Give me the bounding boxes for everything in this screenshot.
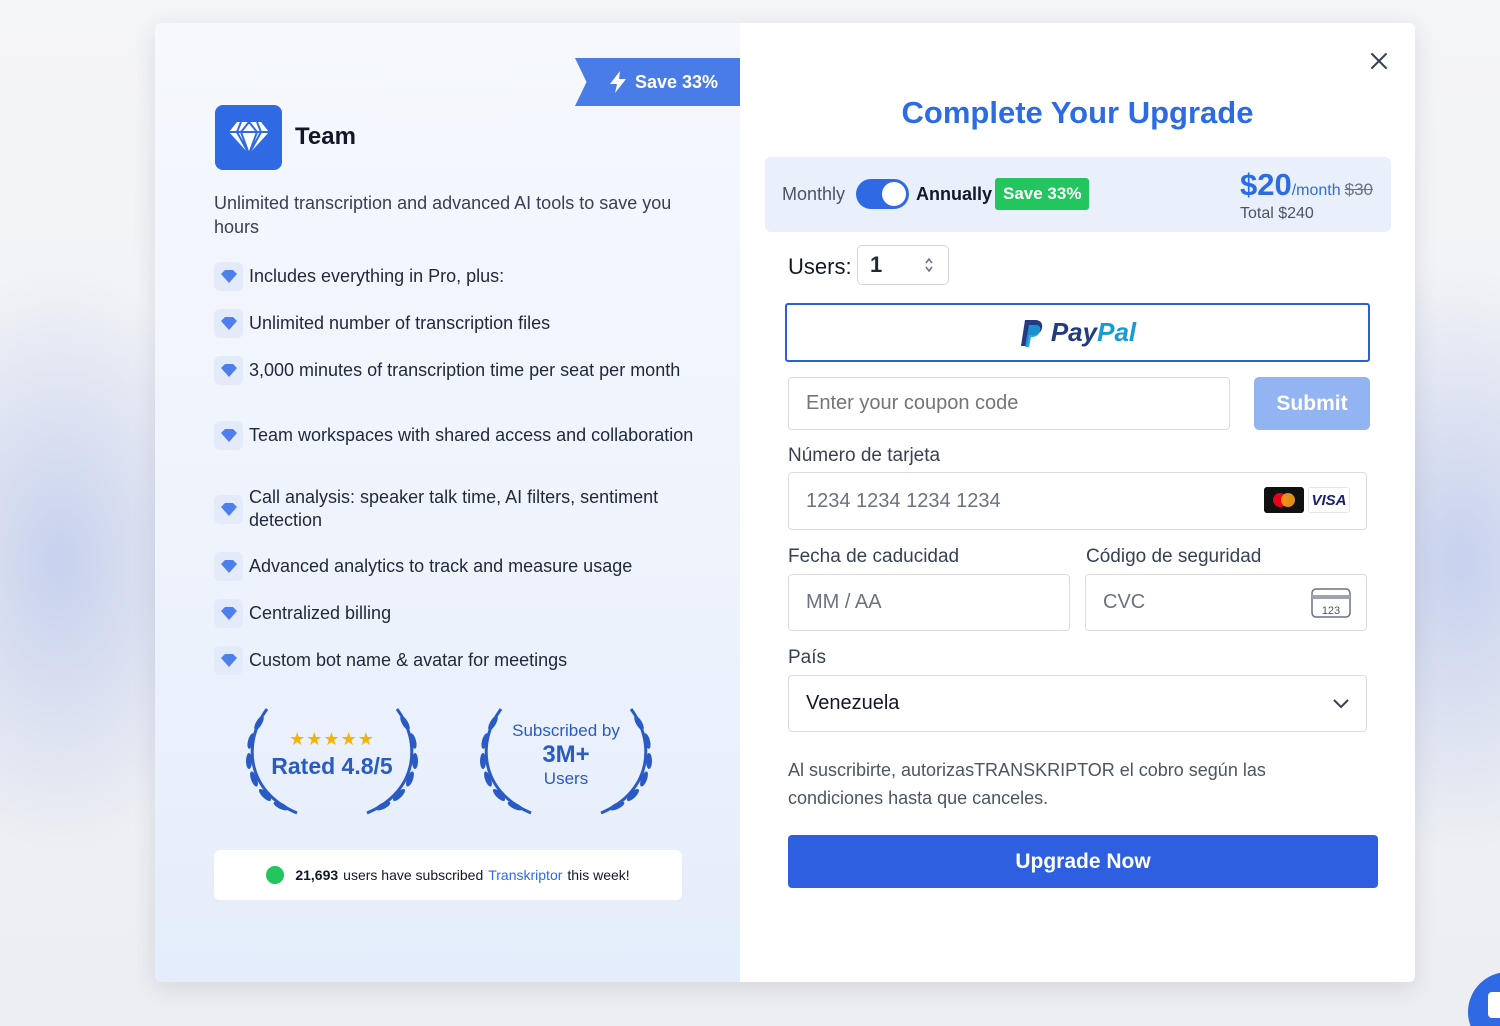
feature-item: Custom bot name & avatar for meetings — [214, 646, 694, 675]
card-number-input[interactable]: 1234 1234 1234 1234 VISA — [788, 472, 1367, 530]
country-value: Venezuela — [806, 692, 900, 714]
social-proof: 21,693 users have subscribed Transkripto… — [214, 850, 682, 900]
paypal-word-pay: Pay — [1050, 317, 1098, 347]
feature-text: 3,000 minutes of transcription time per … — [249, 360, 681, 380]
plan-description: Unlimited transcription and advanced AI … — [214, 193, 672, 237]
diamond-icon — [214, 262, 243, 291]
diamond-icon — [214, 309, 243, 338]
feature-item: Call analysis: speaker talk time, AI fil… — [214, 486, 694, 532]
diamond-icon — [214, 646, 243, 675]
users-label: Users: — [788, 254, 852, 279]
live-dot-icon — [266, 866, 285, 884]
social-proof-text: users have subscribed — [343, 867, 484, 883]
toggle-knob — [882, 182, 906, 206]
save-ribbon: Save 33% — [575, 58, 740, 106]
subscribers-top: Subscribed by — [512, 721, 620, 740]
feature-text: Call analysis: speaker talk time, AI fil… — [249, 487, 659, 530]
feature-item: Team workspaces with shared access and c… — [214, 421, 694, 450]
feature-text: Custom bot name & avatar for meetings — [249, 650, 568, 670]
cvc-input[interactable]: CVC 123 — [1085, 574, 1367, 631]
upgrade-modal: Save 33% Team Unlimited transcription an… — [155, 23, 1415, 982]
subscriber-count: 21,693 — [295, 867, 339, 883]
price-period: /month — [1291, 182, 1341, 199]
feature-item: Unlimited number of transcription files — [214, 309, 694, 338]
users-value: 1 — [870, 252, 883, 277]
old-price: $30 — [1344, 180, 1373, 199]
expiry-placeholder: MM / AA — [806, 591, 882, 613]
diamond-icon — [214, 421, 243, 450]
price-block: $20/month $30 Total $240 — [1240, 167, 1373, 223]
chat-icon — [1488, 992, 1500, 1018]
card-back-icon: 123 — [1311, 588, 1351, 618]
subscribers-bottom: Users — [543, 769, 589, 788]
upgrade-now-button[interactable]: Upgrade Now — [788, 835, 1378, 888]
price-total: Total $240 — [1239, 205, 1314, 222]
cvc-placeholder: CVC — [1103, 591, 1146, 613]
plan-panel: Save 33% Team Unlimited transcription an… — [155, 23, 740, 982]
chevron-down-icon — [1333, 699, 1349, 709]
rating-stars: ★★★★★ — [289, 729, 375, 749]
diamond-icon — [214, 552, 243, 581]
save-badge: Save 33% — [995, 178, 1090, 210]
visa-icon: VISA — [1308, 487, 1350, 513]
plan-name: Team — [295, 123, 356, 150]
feature-item: Includes everything in Pro, plus: — [214, 262, 694, 291]
diamond-icon — [214, 494, 243, 524]
rating-badge: ★★★★★ Rated 4.8/5 — [237, 701, 427, 819]
brand-link[interactable]: Transkriptor — [488, 867, 562, 883]
card-number-placeholder: 1234 1234 1234 1234 — [806, 489, 1001, 512]
expiry-input[interactable]: MM / AA — [788, 574, 1070, 631]
feature-text: Team workspaces with shared access and c… — [249, 425, 694, 445]
checkout-title: Complete Your Upgrade — [901, 95, 1254, 130]
country-label: País — [788, 647, 827, 668]
save-ribbon-label: Save 33% — [634, 71, 719, 92]
billing-cycle-panel: Monthly Annually Save 33% $20/month $30 T… — [765, 157, 1391, 232]
social-proof-suffix: this week! — [567, 867, 630, 883]
annually-label[interactable]: Annually — [916, 184, 992, 205]
cvc-label: Código de seguridad — [1086, 546, 1262, 567]
feature-text: Centralized billing — [249, 603, 392, 623]
feature-text: Unlimited number of transcription files — [249, 313, 551, 333]
paypal-word-pal: Pal — [1097, 317, 1137, 347]
close-icon[interactable] — [1367, 49, 1391, 73]
paypal-wordmark: PayPal — [1051, 317, 1136, 348]
feature-item: Centralized billing — [214, 599, 694, 628]
cvc-icon-text: 123 — [1322, 605, 1340, 617]
coupon-submit-button[interactable]: Submit — [1254, 377, 1370, 430]
rating-label: Rated 4.8/5 — [271, 753, 393, 779]
mastercard-icon — [1264, 487, 1304, 513]
paypal-icon — [1020, 319, 1043, 347]
feature-item: 3,000 minutes of transcription time per … — [214, 356, 694, 385]
coupon-input[interactable] — [788, 377, 1230, 430]
diamond-icon — [214, 356, 243, 385]
country-select[interactable]: Venezuela — [788, 675, 1367, 732]
lightning-icon — [609, 71, 626, 93]
paypal-button[interactable]: PayPal — [785, 303, 1370, 362]
feature-item: Advanced analytics to track and measure … — [214, 552, 694, 581]
authorization-notice: Al suscribirte, autorizasTRANSKRIPTOR el… — [788, 760, 1266, 808]
subscribers-count: 3M+ — [542, 741, 590, 768]
subscribers-badge: Subscribed by 3M+ Users — [471, 701, 661, 819]
expiry-label: Fecha de caducidad — [788, 546, 960, 567]
diamond-icon — [214, 599, 243, 628]
card-brands: VISA — [1264, 487, 1350, 513]
diamond-icon — [215, 105, 282, 170]
card-number-label: Número de tarjeta — [788, 445, 941, 466]
billing-toggle[interactable] — [856, 179, 909, 209]
monthly-label[interactable]: Monthly — [782, 184, 845, 205]
feature-text: Advanced analytics to track and measure … — [249, 556, 633, 576]
stepper-icon[interactable] — [924, 256, 934, 276]
users-quantity-input[interactable]: 1 — [857, 245, 949, 285]
feature-text: Includes everything in Pro, plus: — [249, 266, 505, 286]
price-amount: $20 — [1239, 167, 1292, 202]
